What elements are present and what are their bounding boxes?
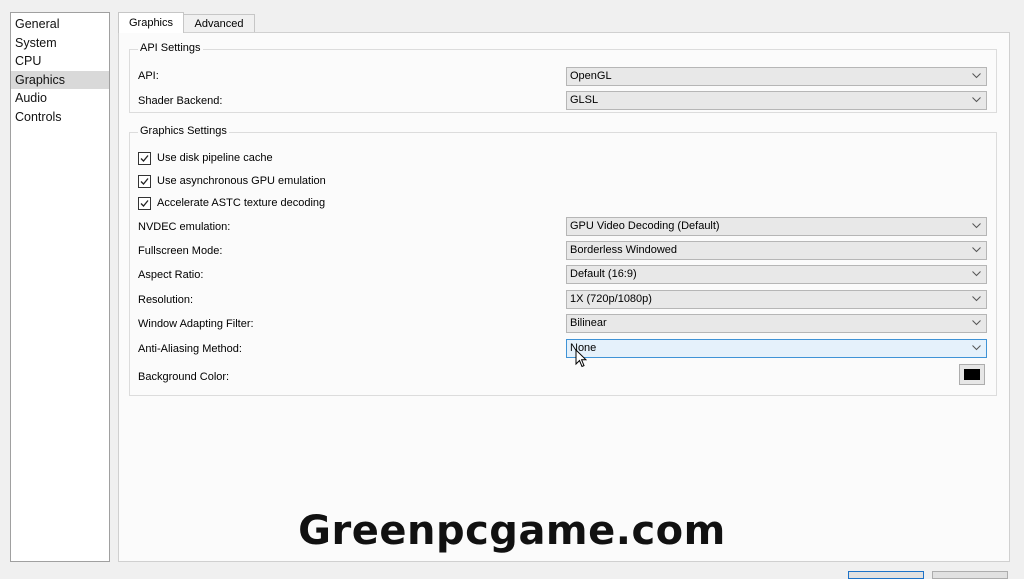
- nvdec-dropdown[interactable]: GPU Video Decoding (Default): [566, 217, 987, 236]
- sidebar-item-controls[interactable]: Controls: [11, 108, 109, 127]
- anti-aliasing-label: Anti-Aliasing Method:: [138, 343, 242, 355]
- aspect-ratio-label: Aspect Ratio:: [138, 269, 204, 281]
- window-filter-value: Bilinear: [570, 317, 607, 329]
- chevron-down-icon: [972, 223, 981, 229]
- group-title-graphics-settings: Graphics Settings: [138, 125, 229, 137]
- sidebar-item-graphics[interactable]: Graphics: [11, 70, 109, 89]
- watermark-text: Greenpcgame.com: [298, 508, 726, 554]
- api-label: API:: [138, 70, 159, 82]
- background-color-button[interactable]: [959, 364, 985, 385]
- group-title-api-settings: API Settings: [138, 42, 203, 54]
- async-gpu-emulation-label: Use asynchronous GPU emulation: [157, 175, 326, 187]
- sidebar-item-cpu[interactable]: CPU: [11, 52, 109, 71]
- chevron-down-icon: [972, 345, 981, 351]
- anti-aliasing-dropdown[interactable]: None: [566, 339, 987, 358]
- tab-graphics[interactable]: Graphics: [118, 12, 184, 33]
- window-filter-dropdown[interactable]: Bilinear: [566, 314, 987, 333]
- resolution-dropdown[interactable]: 1X (720p/1080p): [566, 290, 987, 309]
- tab-advanced[interactable]: Advanced: [183, 14, 255, 32]
- fullscreen-mode-label: Fullscreen Mode:: [138, 245, 223, 257]
- sidebar-item-audio[interactable]: Audio: [11, 89, 109, 108]
- color-swatch: [964, 369, 980, 380]
- graphics-tab-panel: API Settings API: OpenGL Shader Backend:…: [118, 32, 1010, 562]
- aspect-ratio-value: Default (16:9): [570, 268, 637, 280]
- fullscreen-mode-dropdown[interactable]: Borderless Windowed: [566, 241, 987, 260]
- async-gpu-emulation-checkbox[interactable]: [138, 175, 151, 188]
- nvdec-value: GPU Video Decoding (Default): [570, 220, 720, 232]
- astc-decoding-label: Accelerate ASTC texture decoding: [157, 197, 326, 209]
- resolution-label: Resolution:: [138, 294, 194, 306]
- chevron-down-icon: [972, 296, 981, 302]
- ok-button[interactable]: [848, 571, 924, 579]
- chevron-down-icon: [972, 247, 981, 253]
- aspect-ratio-dropdown[interactable]: Default (16:9): [566, 265, 987, 284]
- cancel-button[interactable]: [932, 571, 1008, 579]
- settings-category-list[interactable]: General System CPU Graphics Audio Contro…: [10, 12, 110, 562]
- checkmark-icon: [140, 200, 149, 207]
- api-dropdown[interactable]: OpenGL: [566, 67, 987, 86]
- disk-pipeline-cache-label: Use disk pipeline cache: [157, 152, 273, 164]
- shader-backend-label: Shader Backend:: [138, 95, 223, 107]
- api-value: OpenGL: [570, 70, 612, 82]
- checkmark-icon: [140, 155, 149, 162]
- checkmark-icon: [140, 178, 149, 185]
- shader-backend-dropdown[interactable]: GLSL: [566, 91, 987, 110]
- chevron-down-icon: [972, 97, 981, 103]
- chevron-down-icon: [972, 73, 981, 79]
- resolution-value: 1X (720p/1080p): [570, 293, 652, 305]
- shader-backend-value: GLSL: [570, 94, 599, 106]
- graphics-settings-group: Graphics Settings Use disk pipeline cach…: [129, 125, 997, 396]
- astc-decoding-checkbox[interactable]: [138, 197, 151, 210]
- sidebar-item-general[interactable]: General: [11, 15, 109, 34]
- window-filter-label: Window Adapting Filter:: [138, 318, 254, 330]
- api-settings-group: API Settings API: OpenGL Shader Backend:…: [129, 42, 997, 113]
- nvdec-label: NVDEC emulation:: [138, 221, 231, 233]
- chevron-down-icon: [972, 271, 981, 277]
- sidebar-item-system[interactable]: System: [11, 34, 109, 53]
- background-color-label: Background Color:: [138, 371, 230, 383]
- chevron-down-icon: [972, 320, 981, 326]
- disk-pipeline-cache-checkbox[interactable]: [138, 152, 151, 165]
- mouse-cursor-icon: [575, 349, 587, 368]
- fullscreen-mode-value: Borderless Windowed: [570, 244, 677, 256]
